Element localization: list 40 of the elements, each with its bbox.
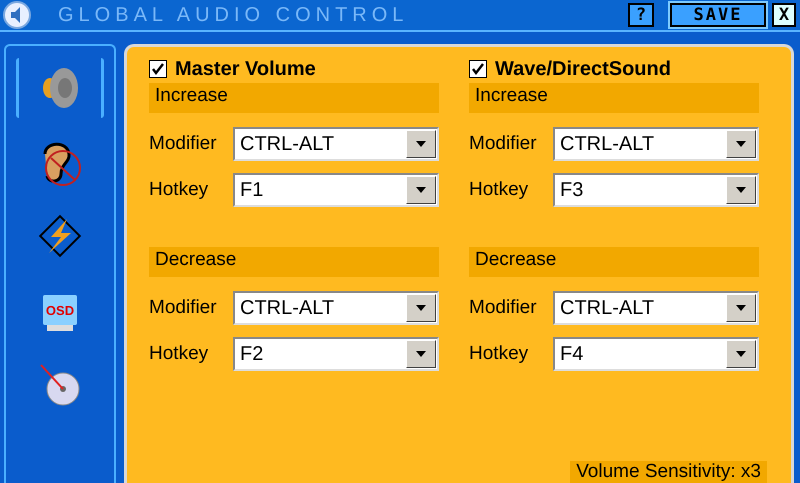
field-label: Modifier xyxy=(469,133,537,155)
dropdown[interactable]: CTRL-ALT xyxy=(233,127,439,161)
caret-icon xyxy=(415,304,427,312)
caret-icon xyxy=(415,350,427,358)
caret-icon xyxy=(415,140,427,148)
dropdown[interactable]: CTRL-ALT xyxy=(233,291,439,325)
dropdown[interactable]: F2 xyxy=(233,337,439,371)
dropdown[interactable]: CTRL-ALT xyxy=(553,127,759,161)
dropdown[interactable]: CTRL-ALT xyxy=(553,291,759,325)
section-header: Decrease xyxy=(469,247,759,277)
field-label: Modifier xyxy=(469,297,537,319)
checkbox[interactable] xyxy=(149,60,167,78)
field-label: Modifier xyxy=(149,133,217,155)
lightning-icon xyxy=(37,213,83,259)
dropdown[interactable]: F3 xyxy=(553,173,759,207)
caret-icon xyxy=(735,140,747,148)
field-label: Hotkey xyxy=(149,179,208,201)
field-label: Hotkey xyxy=(469,343,528,365)
caret-icon xyxy=(415,186,427,194)
caret-icon xyxy=(735,350,747,358)
close-button[interactable]: X xyxy=(772,3,796,27)
caret-icon xyxy=(735,304,747,312)
osd-monitor-icon: OSD xyxy=(43,295,77,325)
section-header: Increase xyxy=(149,83,439,113)
section-header: Decrease xyxy=(149,247,439,277)
help-button[interactable]: ? xyxy=(628,3,654,27)
checkbox[interactable] xyxy=(469,60,487,78)
sensitivity-label: Volume Sensitivity: x3 xyxy=(570,461,767,483)
checkbox-label: Wave/DirectSound xyxy=(495,58,671,80)
field-label: Hotkey xyxy=(149,343,208,365)
speaker-logo-icon xyxy=(2,1,32,29)
caret-icon xyxy=(735,186,747,194)
dropdown[interactable]: F1 xyxy=(233,173,439,207)
dropdown[interactable]: F4 xyxy=(553,337,759,371)
field-label: Modifier xyxy=(149,297,217,319)
checkbox-label: Master Volume xyxy=(175,58,316,80)
window-title: GLOBAL AUDIO CONTROL xyxy=(57,4,410,26)
field-label: Hotkey xyxy=(469,179,528,201)
section-header: Increase xyxy=(469,83,759,113)
save-button[interactable]: SAVE xyxy=(670,3,766,27)
